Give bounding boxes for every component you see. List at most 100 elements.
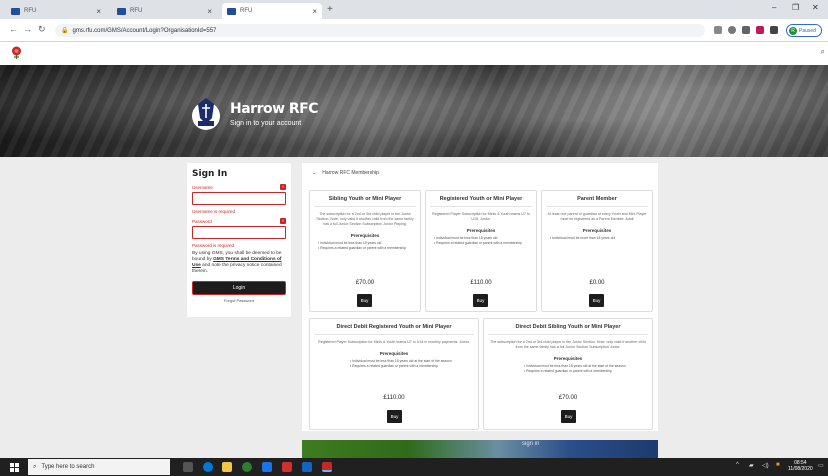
app-icon[interactable] bbox=[262, 462, 272, 472]
profile-avatar: R bbox=[789, 26, 797, 35]
card-description: At least one parent or guardian of every… bbox=[547, 212, 647, 221]
volume-icon[interactable]: ◁) bbox=[762, 462, 769, 469]
username-label-row: Username ! bbox=[192, 183, 286, 191]
username-error: Username is required bbox=[192, 209, 236, 214]
list-item: • Requires a related guardian or parent … bbox=[434, 241, 522, 245]
membership-panel: ⌄ Harrow RFC Membership Sibling Youth or… bbox=[302, 163, 658, 431]
error-icon: ! bbox=[280, 218, 286, 224]
chrome-icon[interactable] bbox=[242, 462, 252, 472]
card-description: The subscription for a 2nd or 3rd child … bbox=[490, 340, 646, 349]
site-header: ⌕ bbox=[0, 42, 828, 65]
buy-button[interactable]: Buy bbox=[589, 294, 604, 307]
buy-button[interactable]: Buy bbox=[561, 410, 576, 423]
login-button[interactable]: Login bbox=[192, 281, 286, 295]
membership-card: Registered Youth or Mini Player Register… bbox=[425, 190, 537, 312]
close-tab-icon[interactable]: × bbox=[312, 7, 317, 16]
edge-browser-icon[interactable] bbox=[203, 462, 213, 472]
harrow-rfc-crest-logo bbox=[192, 98, 220, 130]
list-item: • Individual must be more than 18 years … bbox=[550, 236, 616, 240]
prerequisites-list: • Individual must be less than 18 years … bbox=[524, 364, 652, 374]
close-window-icon[interactable]: ✕ bbox=[812, 3, 819, 12]
windows-taskbar: ⌕ Type here to search ^ ▰ ◁) ■ 08:54 11/… bbox=[0, 458, 828, 476]
prerequisites-list: • Individual must be less than 18 years … bbox=[318, 241, 420, 251]
rfu-rose-logo-icon[interactable] bbox=[11, 46, 22, 60]
club-subtitle: Sign in to your account bbox=[230, 120, 302, 127]
new-tab-button[interactable]: + bbox=[327, 4, 333, 15]
profile-status: Paused bbox=[799, 27, 816, 34]
active-app-icon[interactable] bbox=[322, 462, 332, 472]
clock-date: 11/08/2020 bbox=[788, 466, 813, 472]
task-view-icon[interactable] bbox=[183, 462, 193, 472]
password-error: Password is required bbox=[192, 243, 235, 248]
notification-app-icon[interactable]: ■ bbox=[776, 462, 780, 468]
puzzle-icon[interactable] bbox=[770, 26, 778, 34]
prerequisites-list: • Individual must be more than 18 years … bbox=[550, 236, 652, 241]
tab-label: RFU bbox=[240, 8, 253, 14]
terms-text: By using GMS, you shall be deemed to be … bbox=[192, 251, 286, 275]
password-label-row: Password ! bbox=[192, 217, 286, 225]
reload-icon[interactable]: ↻ bbox=[38, 24, 46, 35]
browser-tab[interactable]: RFU × bbox=[112, 3, 217, 19]
rfu-favicon-icon bbox=[117, 7, 126, 15]
close-tab-icon[interactable]: × bbox=[207, 7, 212, 16]
forgot-password-link[interactable]: Forgot Password bbox=[192, 298, 286, 303]
membership-section-title: Harrow RFC Membership bbox=[322, 170, 379, 176]
card-title: Registered Youth or Mini Player bbox=[439, 196, 523, 202]
windows-start-icon[interactable] bbox=[10, 463, 19, 472]
app-icon[interactable] bbox=[282, 462, 292, 472]
card-title: Parent Member bbox=[577, 196, 617, 202]
prerequisites-heading: Prerequisites bbox=[582, 228, 612, 233]
username-input[interactable] bbox=[192, 192, 286, 205]
list-item: • Requires a related guardian or parent … bbox=[350, 364, 438, 368]
extension-icon[interactable] bbox=[714, 26, 722, 34]
app-icon[interactable] bbox=[302, 462, 312, 472]
rfu-favicon-icon bbox=[227, 7, 236, 15]
buy-button[interactable]: Buy bbox=[357, 294, 372, 307]
url-input[interactable]: 🔒 gms.rfu.com/GMS/Account/Login?Organisa… bbox=[55, 24, 705, 37]
bookmark-star-icon[interactable] bbox=[742, 26, 750, 34]
maximize-icon[interactable]: ❐ bbox=[792, 3, 799, 12]
search-icon[interactable]: ⌕ bbox=[821, 47, 825, 57]
taskbar-search-placeholder: Type here to search bbox=[41, 464, 95, 470]
buy-button[interactable]: Buy bbox=[473, 294, 488, 307]
close-tab-icon[interactable]: × bbox=[96, 7, 101, 16]
username-label: Username bbox=[192, 184, 213, 190]
back-icon[interactable]: ← bbox=[9, 24, 18, 34]
tab-label: RFU bbox=[130, 8, 143, 14]
action-center-icon[interactable]: ▭ bbox=[818, 462, 824, 469]
tray-chevron-icon[interactable]: ^ bbox=[736, 462, 739, 468]
file-explorer-icon[interactable] bbox=[222, 462, 232, 472]
card-description: Registered Player Subscription for Minis… bbox=[318, 340, 470, 344]
prerequisites-heading: Prerequisites bbox=[379, 351, 409, 356]
membership-accordion-header[interactable]: ⌄ Harrow RFC Membership bbox=[312, 170, 379, 176]
minimize-icon[interactable]: – bbox=[772, 3, 776, 12]
card-price: £110.00 bbox=[383, 395, 405, 401]
prerequisites-heading: Prerequisites bbox=[466, 228, 496, 233]
card-price: £110.00 bbox=[470, 280, 492, 286]
rfu-favicon-icon bbox=[11, 7, 20, 15]
password-label: Password bbox=[192, 218, 212, 224]
taskbar-search-input[interactable]: ⌕ Type here to search bbox=[28, 459, 170, 475]
browser-tab-active[interactable]: RFU × bbox=[222, 3, 322, 19]
prerequisites-list: • Individual must be less than 18 years … bbox=[434, 236, 536, 246]
list-item: • Requires a related guardian or parent … bbox=[318, 246, 406, 250]
chevron-down-icon: ⌄ bbox=[312, 170, 317, 176]
taskbar-clock[interactable]: 08:54 11/08/2020 bbox=[788, 460, 813, 472]
membership-card: Direct Debit Registered Youth or Mini Pl… bbox=[309, 318, 479, 430]
search-icon: ⌕ bbox=[33, 463, 37, 470]
zoom-icon[interactable] bbox=[728, 26, 736, 34]
promo-banner[interactable]: sign in bbox=[302, 440, 658, 458]
forward-icon[interactable]: → bbox=[23, 24, 32, 34]
card-title: Direct Debit Sibling Youth or Mini Playe… bbox=[515, 324, 621, 330]
card-price: £70.00 bbox=[355, 280, 375, 286]
profile-paused-button[interactable]: R Paused bbox=[786, 24, 822, 37]
card-price: £0.00 bbox=[589, 280, 605, 286]
browser-tab[interactable]: RFU × bbox=[6, 3, 106, 19]
terms-post: and note the privacy notice contained th… bbox=[192, 263, 282, 274]
buy-button[interactable]: Buy bbox=[387, 410, 402, 423]
card-price: £70.00 bbox=[558, 395, 578, 401]
promo-text: sign in bbox=[522, 441, 540, 447]
password-input[interactable] bbox=[192, 226, 286, 239]
network-icon[interactable]: ▰ bbox=[749, 462, 754, 469]
extension-icon[interactable] bbox=[756, 26, 764, 34]
